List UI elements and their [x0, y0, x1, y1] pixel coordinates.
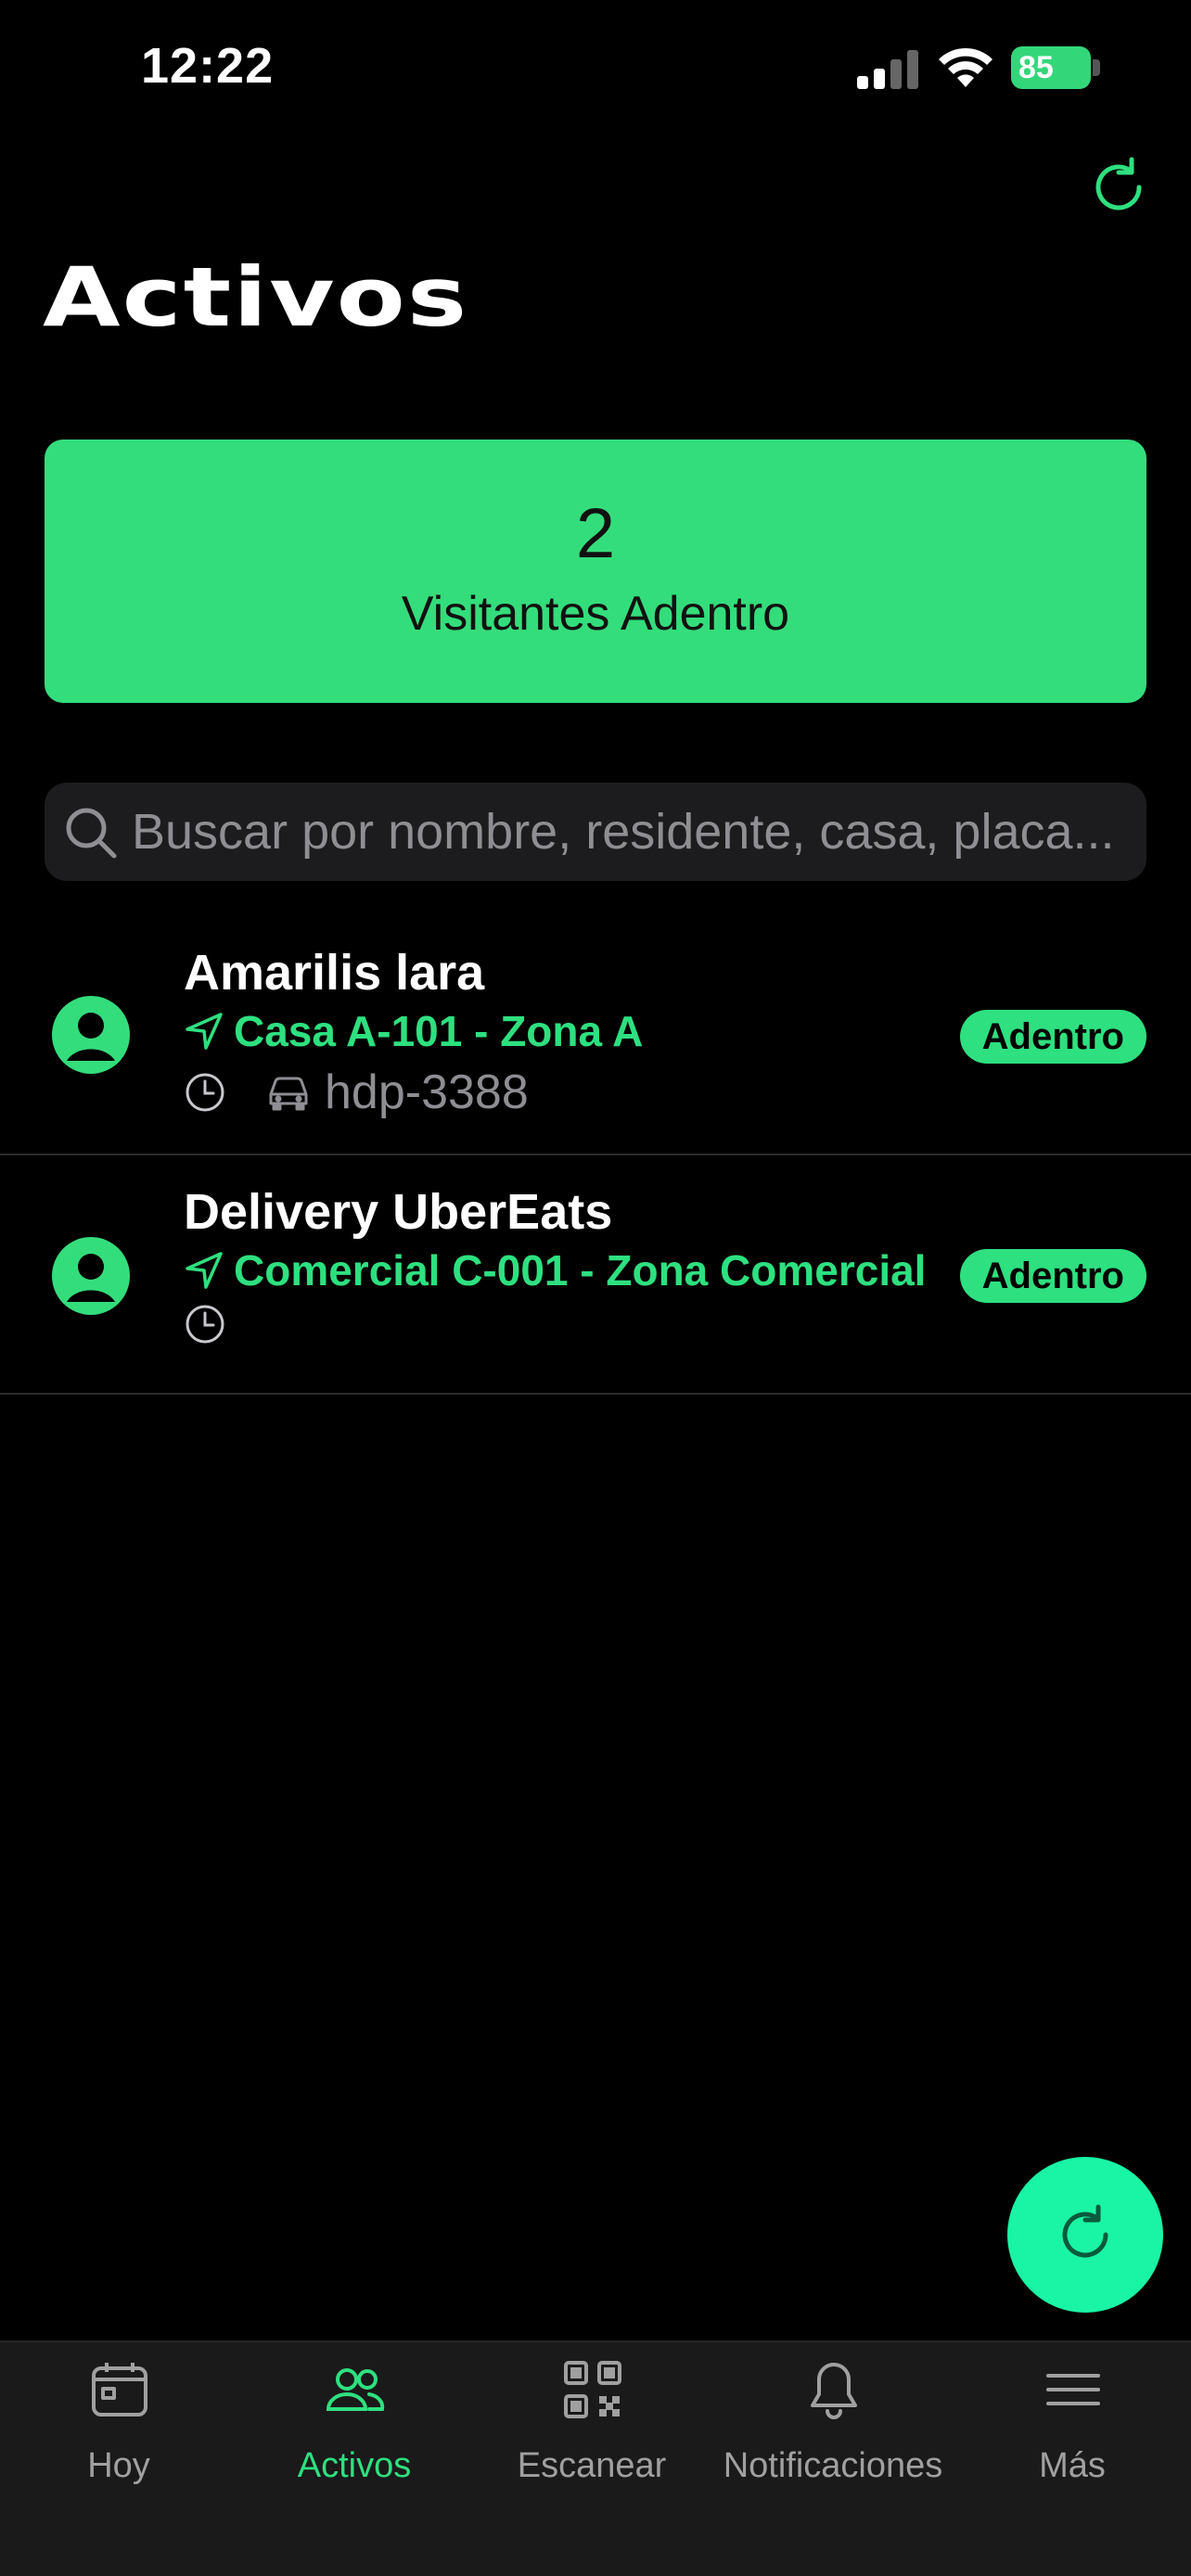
avatar-icon: [52, 996, 130, 1074]
visitors-inside-count: 2: [575, 494, 616, 573]
navigation-arrow-icon: [186, 1013, 223, 1050]
visitor-location: Comercial C-001 - Zona Comercial: [184, 1244, 926, 1296]
qr-code-icon: [564, 2361, 621, 2418]
screen: 12:22 85 Activos 2 Visitantes Adentro Bu…: [0, 0, 1191, 2576]
bottom-tab-bar: Hoy Activos Escanear Notificaciones Más: [0, 2340, 1191, 2576]
visitor-name: Amarilis lara: [184, 945, 485, 1001]
tab-label: Hoy: [87, 2446, 150, 2485]
refresh-icon[interactable]: [1085, 154, 1152, 221]
visitor-row[interactable]: Amarilis lara Casa A-101 - Zona A hdp-33…: [0, 918, 1191, 1155]
tab-hoy[interactable]: Hoy: [0, 2342, 237, 2528]
visitor-meta: [184, 1298, 226, 1350]
signal-icon: [857, 50, 918, 89]
search-icon: [66, 808, 117, 859]
tab-mas[interactable]: Más: [954, 2342, 1191, 2528]
tab-activos[interactable]: Activos: [236, 2342, 473, 2528]
tab-escanear[interactable]: Escanear: [473, 2342, 711, 2528]
search-bar[interactable]: [45, 783, 1146, 881]
users-icon: [326, 2368, 385, 2411]
visitor-location-text: Casa A-101 - Zona A: [234, 1007, 644, 1055]
clock-icon: [186, 1073, 224, 1112]
plate-text: hdp-3388: [325, 1065, 529, 1119]
tab-label: Activos: [297, 2446, 412, 2485]
tab-label: Notificaciones: [723, 2446, 943, 2485]
wifi-icon: [939, 47, 992, 87]
page-title: Activos: [43, 249, 469, 346]
calendar-icon: [92, 2363, 147, 2417]
visitors-inside-card: 2 Visitantes Adentro: [45, 440, 1146, 703]
tab-label: Escanear: [517, 2446, 667, 2485]
battery-icon: 85: [1011, 46, 1104, 89]
bell-icon: [811, 2363, 857, 2419]
visitor-meta: hdp-3388: [184, 1065, 529, 1119]
status-time: 12:22: [141, 38, 275, 94]
clock-icon: [186, 1305, 224, 1344]
status-badge: Adentro: [959, 1010, 1146, 1064]
tab-notificaciones[interactable]: Notificaciones: [714, 2342, 952, 2528]
search-input[interactable]: [132, 783, 1143, 881]
visitors-inside-label: Visitantes Adentro: [401, 587, 790, 641]
avatar-icon: [52, 1237, 130, 1315]
visitor-list: Amarilis lara Casa A-101 - Zona A hdp-33…: [0, 918, 1191, 1395]
status-badge: Adentro: [959, 1249, 1146, 1303]
visitor-row[interactable]: Delivery UberEats Comercial C-001 - Zona…: [0, 1155, 1191, 1395]
battery-level: 85: [1011, 46, 1091, 89]
visitor-name: Delivery UberEats: [184, 1184, 613, 1240]
battery-tip: [1093, 59, 1100, 76]
navigation-arrow-icon: [186, 1252, 223, 1289]
refresh-fab-button[interactable]: [1007, 2157, 1163, 2313]
tab-label: Más: [1039, 2446, 1106, 2485]
refresh-icon: [1062, 2204, 1108, 2258]
menu-icon: [1046, 2374, 1100, 2405]
visitor-location: Casa A-101 - Zona A: [184, 1005, 643, 1057]
visitor-location-text: Comercial C-001 - Zona Comercial: [234, 1246, 927, 1294]
status-bar: 12:22 85: [0, 0, 1191, 139]
car-icon: [269, 1077, 308, 1111]
